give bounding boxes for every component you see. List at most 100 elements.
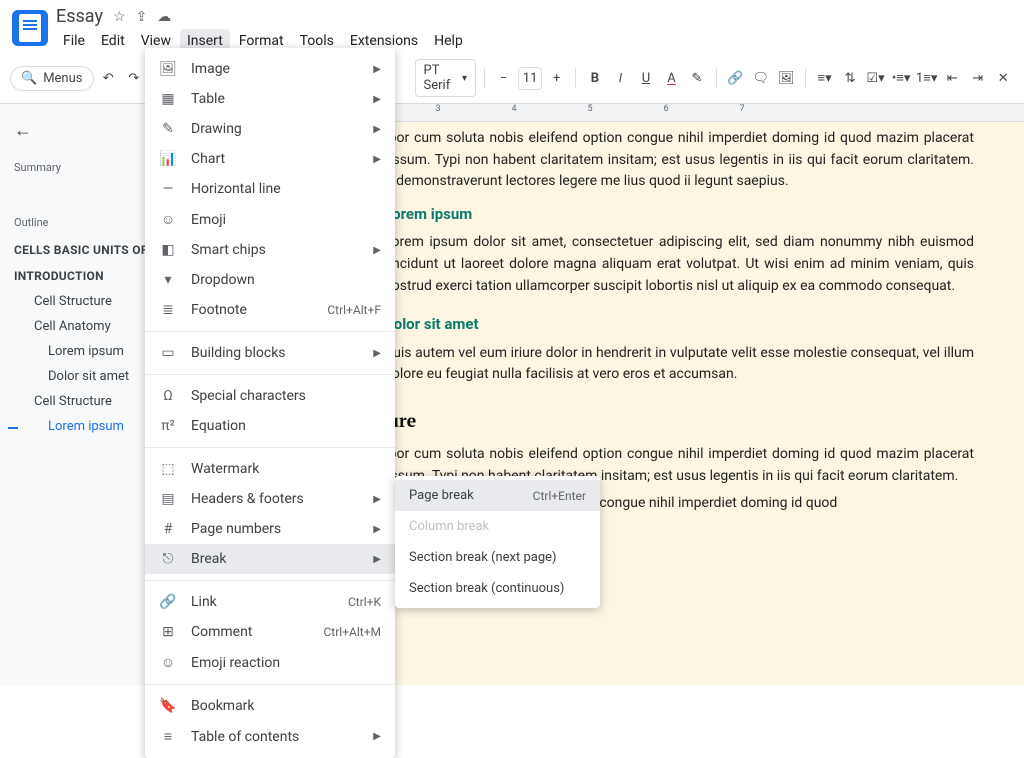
menu-item-icon: ▾: [159, 272, 177, 288]
menu-item-break[interactable]: ⎋Break▶: [145, 544, 395, 574]
menu-item-bookmark[interactable]: 🔖Bookmark: [145, 691, 395, 721]
menu-item-icon: 🔗: [159, 594, 177, 610]
font-size-input[interactable]: 11: [518, 67, 542, 90]
submenu-item-section-break-continuous-[interactable]: Section break (continuous): [395, 573, 600, 604]
insert-link-button[interactable]: 🔗: [725, 64, 747, 92]
menu-separator: [145, 580, 395, 581]
line-spacing-button[interactable]: ⇅: [839, 64, 861, 92]
menu-item-icon: ▤: [159, 491, 177, 507]
menu-item-emoji-reaction[interactable]: ☺Emoji reaction: [145, 647, 395, 678]
checklist-button[interactable]: ☑▾: [865, 64, 887, 92]
menu-item-icon: ⊞: [159, 624, 177, 640]
menu-item-shortcut: Ctrl+Alt+F: [327, 303, 381, 317]
menu-item-table[interactable]: ▦ Table ▶: [145, 84, 395, 114]
font-family-select[interactable]: PT Serif ▾: [415, 59, 477, 97]
star-icon[interactable]: ☆: [113, 9, 126, 25]
menu-item-watermark[interactable]: ⬚Watermark: [145, 454, 395, 484]
heading-3[interactable]: Cell Structure: [298, 408, 974, 436]
menu-item-chart[interactable]: 📊 Chart ▶: [145, 144, 395, 174]
menu-item-dropdown[interactable]: ▾Dropdown: [145, 265, 395, 295]
menu-help[interactable]: Help: [427, 29, 470, 53]
menu-item-label: Headers & footers: [191, 491, 359, 507]
menu-item-label: Table of contents: [191, 729, 359, 745]
document-title[interactable]: Essay: [56, 6, 103, 27]
menu-file[interactable]: File: [56, 29, 92, 53]
highlight-button[interactable]: ✎: [686, 64, 708, 92]
menu-item-icon: Ω: [159, 388, 177, 404]
paragraph[interactable]: Nam liber tempor cum soluta nobis eleife…: [298, 128, 974, 193]
chevron-right-icon: ▶: [373, 524, 381, 535]
menu-item-icon: π²: [159, 418, 177, 434]
list-heading[interactable]: Lorem ipsum: [384, 203, 974, 226]
menu-item-smart-chips[interactable]: ◧Smart chips▶: [145, 235, 395, 265]
menu-item-icon: #: [159, 521, 177, 537]
insert-image-button[interactable]: 🖼: [776, 64, 798, 92]
increase-indent-button[interactable]: ⇥: [967, 64, 989, 92]
chevron-right-icon: ▶: [373, 94, 381, 105]
submenu-item-page-break[interactable]: Page breakCtrl+Enter: [395, 480, 600, 511]
menu-item-icon: ⎋: [159, 551, 177, 567]
menu-item-label: Table: [191, 91, 359, 107]
menu-separator: [145, 447, 395, 448]
menu-item-headers-footers[interactable]: ▤Headers & footers▶: [145, 484, 395, 514]
menu-item-icon: 🖼: [159, 61, 177, 77]
underline-button[interactable]: U: [635, 64, 657, 92]
bold-button[interactable]: B: [584, 64, 606, 92]
undo-button[interactable]: ↶: [98, 64, 120, 92]
menu-item-icon: ▦: [159, 91, 177, 107]
menu-item-image[interactable]: 🖼Image▶: [145, 54, 395, 84]
menu-edit[interactable]: Edit: [94, 29, 132, 53]
menu-item-special-characters[interactable]: Ω Special characters: [145, 381, 395, 411]
menu-item-icon: 📊: [159, 151, 177, 167]
menu-item-label: Watermark: [191, 461, 381, 477]
search-menus[interactable]: 🔍Menus: [10, 66, 94, 91]
menu-item-shortcut: Ctrl+K: [348, 595, 381, 609]
list-heading[interactable]: Dolor sit amet: [384, 313, 974, 336]
menu-item-link[interactable]: 🔗LinkCtrl+K: [145, 587, 395, 617]
submenu-item-label: Section break (next page): [409, 550, 586, 565]
docs-logo[interactable]: [12, 10, 48, 46]
menu-item-footnote[interactable]: ≣FootnoteCtrl+Alt+F: [145, 295, 395, 325]
numbered-list-button[interactable]: 1≡▾: [916, 64, 938, 92]
menu-item-building-blocks[interactable]: ▭Building blocks▶: [145, 338, 395, 368]
text-color-button[interactable]: A: [661, 64, 683, 92]
increase-font-button[interactable]: +: [546, 64, 568, 92]
menu-item-equation[interactable]: π²Equation: [145, 411, 395, 441]
menu-item-horizontal-line[interactable]: —Horizontal line: [145, 174, 395, 204]
break-submenu: Page breakCtrl+Enter Column break Section …: [395, 476, 600, 608]
decrease-indent-button[interactable]: ⇤: [941, 64, 963, 92]
menu-item-emoji[interactable]: ☺Emoji: [145, 204, 395, 235]
insert-menu-dropdown: 🖼 Image ▶ ▦ Table ▶ ✎Drawing▶ 📊 Chart ▶ —Horizonta…: [145, 48, 395, 758]
menu-item-label: Image: [191, 61, 359, 77]
bulleted-list-button[interactable]: •≡▾: [890, 64, 912, 92]
italic-button[interactable]: I: [610, 64, 632, 92]
menu-item-label: Page numbers: [191, 521, 359, 537]
menu-item-label: Chart: [191, 151, 359, 167]
move-icon[interactable]: ⇪: [136, 9, 148, 25]
menu-item-label: Bookmark: [191, 698, 381, 714]
submenu-item-section-break-next-page-[interactable]: Section break (next page): [395, 542, 600, 573]
menu-item-icon: ≣: [159, 302, 177, 318]
chevron-right-icon: ▶: [373, 154, 381, 165]
chevron-right-icon: ▶: [373, 245, 381, 256]
decrease-font-button[interactable]: −: [493, 64, 515, 92]
submenu-item-label: Section break (continuous): [409, 581, 586, 596]
align-button[interactable]: ≡▾: [814, 64, 836, 92]
menu-item-page-numbers[interactable]: # Page numbers ▶: [145, 514, 395, 544]
paragraph[interactable]: Duis autem vel eum iriure dolor in hendr…: [384, 343, 974, 386]
insert-comment-button[interactable]: 🗨: [750, 64, 772, 92]
font-family-label: PT Serif: [424, 63, 457, 93]
menu-item-label: Special characters: [191, 388, 381, 404]
redo-button[interactable]: ↷: [123, 64, 145, 92]
cloud-status-icon[interactable]: ☁: [157, 9, 171, 25]
menu-item-comment[interactable]: ⊞CommentCtrl+Alt+M: [145, 617, 395, 647]
clear-formatting-button[interactable]: ✕: [992, 64, 1014, 92]
menu-item-label: Building blocks: [191, 345, 359, 361]
menu-item-drawing[interactable]: ✎Drawing▶: [145, 114, 395, 144]
submenu-item-label: Column break: [409, 519, 586, 534]
paragraph[interactable]: Lorem ipsum dolor sit amet, consectetuer…: [384, 232, 974, 297]
menu-item-table-of-contents[interactable]: ≡Table of contents▶: [145, 721, 395, 752]
ruler-tick: 6: [628, 104, 704, 121]
submenu-item-label: Page break: [409, 488, 519, 503]
chevron-down-icon: ▾: [462, 73, 467, 84]
